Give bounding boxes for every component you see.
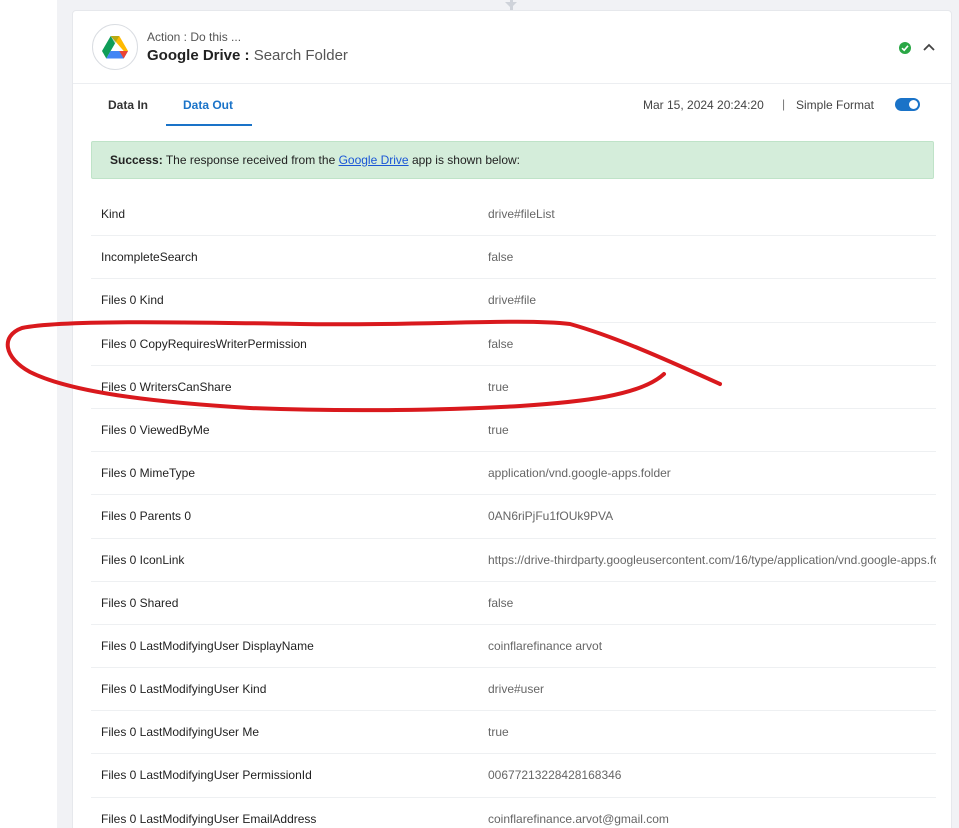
action-label: Action : Do this ...: [147, 30, 242, 44]
alert-text-after: app is shown below:: [408, 153, 521, 167]
response-table: Kind drive#fileList IncompleteSearch false…: [91, 193, 936, 828]
row-key: Files 0 LastModifyingUser Kind: [101, 682, 267, 697]
row-value: drive#file: [488, 293, 537, 308]
tab-data-out[interactable]: Data Out: [183, 98, 233, 112]
active-tab-indicator: [166, 124, 252, 126]
check-circle-icon: [899, 42, 911, 54]
connector-arrow-icon: [505, 2, 517, 8]
row-key: Files 0 IconLink: [101, 552, 185, 567]
table-row: Files 0 WritersCanShare true: [91, 366, 936, 409]
response-timestamp: Mar 15, 2024 20:24:20: [643, 98, 764, 112]
table-row: Files 0 MimeType application/vnd.google-a…: [91, 452, 936, 496]
table-row: Files 0 CopyRequiresWriterPermission fals…: [91, 323, 936, 366]
app-name: Google Drive: [147, 47, 241, 64]
table-row: IncompleteSearch false: [91, 236, 936, 280]
row-value: true: [488, 725, 509, 740]
table-row: Files 0 LastModifyingUser EmailAddress co…: [91, 798, 936, 828]
row-key: Files 0 MimeType: [101, 466, 196, 481]
meta-divider: |: [782, 97, 786, 111]
simple-format-label: Simple Format: [796, 98, 875, 112]
toggle-knob: [909, 100, 918, 109]
google-drive-icon: [102, 35, 128, 58]
google-drive-logo: [92, 24, 138, 70]
success-alert: Success: The response received from the …: [91, 141, 934, 179]
row-key: Files 0 WritersCanShare: [101, 379, 232, 394]
row-key: Files 0 LastModifyingUser EmailAddress: [101, 811, 317, 826]
step-title: Google Drive : Search Folder: [147, 47, 348, 64]
left-sidebar: [0, 0, 57, 828]
row-key: IncompleteSearch: [101, 250, 198, 265]
alert-strong: Success:: [110, 153, 163, 167]
step-card: Action : Do this ... Google Drive : Sear…: [72, 10, 952, 828]
row-value: true: [488, 422, 509, 437]
row-value: drive#user: [488, 682, 545, 697]
row-value: coinflarefinance arvot: [488, 638, 603, 653]
row-key: Files 0 LastModifyingUser PermissionId: [101, 768, 312, 783]
tab-bar: Data In Data Out Mar 15, 2024 20:24:20 |…: [73, 84, 951, 126]
row-value: false: [488, 336, 514, 351]
alert-text-before: The response received from the: [162, 153, 339, 167]
simple-format-toggle[interactable]: [895, 98, 920, 111]
table-row: Files 0 LastModifyingUser Kind drive#user: [91, 668, 936, 712]
row-key: Files 0 CopyRequiresWriterPermission: [101, 336, 307, 351]
row-key: Files 0 Shared: [101, 595, 179, 610]
row-key: Files 0 LastModifyingUser DisplayName: [101, 638, 314, 653]
table-row: Files 0 Kind drive#file: [91, 279, 936, 323]
row-key: Kind: [101, 207, 126, 221]
table-row: Files 0 IconLink https://drive-thirdparty…: [91, 539, 936, 582]
table-row: Files 0 LastModifyingUser DisplayName coi…: [91, 625, 936, 669]
row-key: Files 0 LastModifyingUser Me: [101, 725, 260, 740]
row-key: Files 0 Kind: [101, 293, 164, 308]
row-value: true: [488, 379, 509, 394]
row-key: Files 0 ViewedByMe: [101, 422, 210, 437]
tab-data-in[interactable]: Data In: [108, 98, 148, 112]
row-value: coinflarefinance.arvot@gmail.com: [488, 811, 669, 826]
chevron-up-icon[interactable]: [921, 39, 937, 55]
row-value: application/vnd.google-apps.folder: [488, 466, 671, 481]
event-name: Search Folder: [253, 47, 348, 64]
table-row: Files 0 LastModifyingUser PermissionId 00…: [91, 754, 936, 798]
table-row: Files 0 LastModifyingUser Me true: [91, 711, 936, 755]
title-separator: :: [240, 47, 254, 64]
step-header[interactable]: Action : Do this ... Google Drive : Sear…: [73, 11, 951, 84]
row-value: 0AN6riPjFu1fOUk9PVA: [488, 509, 614, 524]
row-value: https://drive-thirdparty.googleuserconte…: [488, 552, 936, 567]
table-row: Files 0 Parents 0 0AN6riPjFu1fOUk9PVA: [91, 495, 936, 539]
table-row: Kind drive#fileList: [91, 193, 936, 237]
table-row: Files 0 Shared false: [91, 582, 936, 625]
row-value: false: [488, 250, 514, 265]
row-value: drive#fileList: [488, 207, 555, 221]
google-drive-link[interactable]: Google Drive: [339, 153, 409, 167]
row-value: 00677213228428168346: [488, 768, 622, 783]
row-key: Files 0 Parents 0: [101, 509, 192, 524]
row-value: false: [488, 595, 514, 610]
table-row: Files 0 ViewedByMe true: [91, 409, 936, 453]
